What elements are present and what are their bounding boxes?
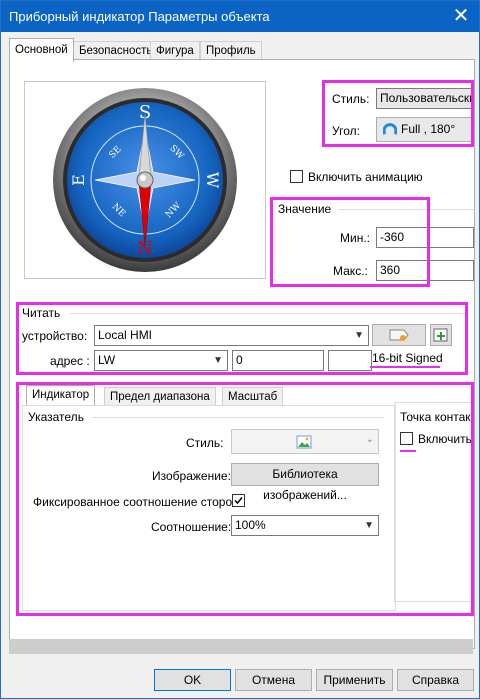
device-label: устройство: [22, 329, 88, 343]
gauge-style-icon [383, 123, 397, 135]
tab-security[interactable]: Безопасность [73, 41, 159, 61]
tab-profile[interactable]: Профиль [200, 41, 262, 61]
max-label: Макс.: [333, 264, 368, 278]
center-point-checkbox[interactable] [400, 432, 413, 445]
max-input[interactable]: 360 [376, 260, 474, 281]
ok-button[interactable]: OK [154, 669, 231, 691]
image-label: Изображение: [152, 469, 231, 483]
tab-panel-basic: S N E W SE SW NE NW Стиль: Пользовательс… [9, 59, 475, 649]
address-type-dropdown[interactable]: LW ▼ [94, 350, 228, 371]
svg-text:W: W [203, 172, 222, 189]
device-value: Local HMI [98, 328, 153, 342]
close-icon[interactable]: ✕ [449, 4, 473, 28]
checkmark-icon [234, 497, 243, 505]
read-group-line [70, 313, 468, 314]
pointer-group-title: Указатель [28, 410, 84, 424]
horizontal-scrollbar[interactable] [9, 639, 473, 654]
address-extra-input[interactable] [328, 350, 372, 371]
cancel-button[interactable]: Отмена [235, 669, 312, 691]
style-label: Стиль: [332, 92, 370, 106]
ratio-value: 100% [235, 518, 266, 532]
compass-dial-image: S N E W SE SW NE NW [53, 88, 237, 272]
address-input[interactable]: 0 [232, 350, 324, 371]
image-library-button[interactable]: Библиотека изображений... [231, 463, 379, 502]
read-group-title: Читать [22, 306, 61, 320]
animation-label: Включить анимацию [308, 170, 423, 184]
device-dropdown[interactable]: Local HMI ▼ [94, 325, 369, 346]
window-title: Приборный индикатор Параметры объекта [9, 9, 270, 24]
dialog-window: Приборный индикатор Параметры объекта ✕ … [0, 0, 480, 699]
tab-shape[interactable]: Фигура [150, 41, 200, 61]
tag-button[interactable] [372, 324, 426, 346]
center-point-title: Точка контак [400, 410, 473, 424]
min-label: Мин.: [340, 231, 370, 245]
chevron-down-icon: ⌄ [365, 434, 374, 445]
angle-button[interactable]: Full , 180° [376, 117, 474, 142]
address-label: адрес : [50, 354, 90, 368]
angle-label: Угол: [332, 124, 360, 138]
tab-scale[interactable]: Масштаб [222, 387, 284, 407]
data-format-label: 16-bit Signed [372, 351, 443, 365]
animation-checkbox[interactable] [290, 170, 303, 183]
center-point-enable-label: Включить [418, 432, 472, 446]
add-tag-button[interactable] [430, 324, 452, 346]
svg-text:E: E [69, 174, 88, 186]
aspect-ratio-checkbox[interactable] [232, 494, 245, 507]
ratio-dropdown[interactable]: 100% ▼ [231, 515, 379, 536]
picture-icon [296, 435, 312, 449]
aspect-ratio-label: Фиксированное соотношение сторон: [33, 495, 243, 509]
help-button[interactable]: Справка [397, 669, 474, 691]
title-bar: Приборный индикатор Параметры объекта ✕ [1, 1, 479, 32]
value-group-title: Значение [278, 202, 332, 216]
chevron-down-icon: ▼ [213, 355, 223, 366]
angle-value: Full , 180° [401, 122, 456, 136]
style-dropdown[interactable]: Пользовательски [376, 88, 474, 109]
highlight-underline [370, 366, 440, 368]
value-group-line [338, 209, 474, 210]
highlight-underline-center [400, 450, 416, 452]
chevron-down-icon: ▼ [354, 330, 364, 341]
address-type-value: LW [98, 353, 116, 367]
ratio-label: Соотношение: [151, 520, 232, 534]
tab-basic[interactable]: Основной [9, 38, 74, 62]
tab-indicator[interactable]: Индикатор [26, 385, 96, 407]
preview-frame: S N E W SE SW NE NW [24, 81, 266, 279]
min-input[interactable]: -360 [376, 227, 474, 248]
tag-icon [389, 329, 409, 341]
apply-button[interactable]: Применить [316, 669, 393, 691]
add-tag-icon [433, 328, 448, 342]
pointer-style-label: Стиль: [186, 436, 224, 450]
chevron-down-icon: ▼ [364, 520, 374, 531]
pointer-style-dropdown[interactable]: ⌄ [231, 429, 379, 454]
pointer-group-line [92, 417, 384, 418]
tab-range-limit[interactable]: Предел диапазона [104, 387, 216, 407]
